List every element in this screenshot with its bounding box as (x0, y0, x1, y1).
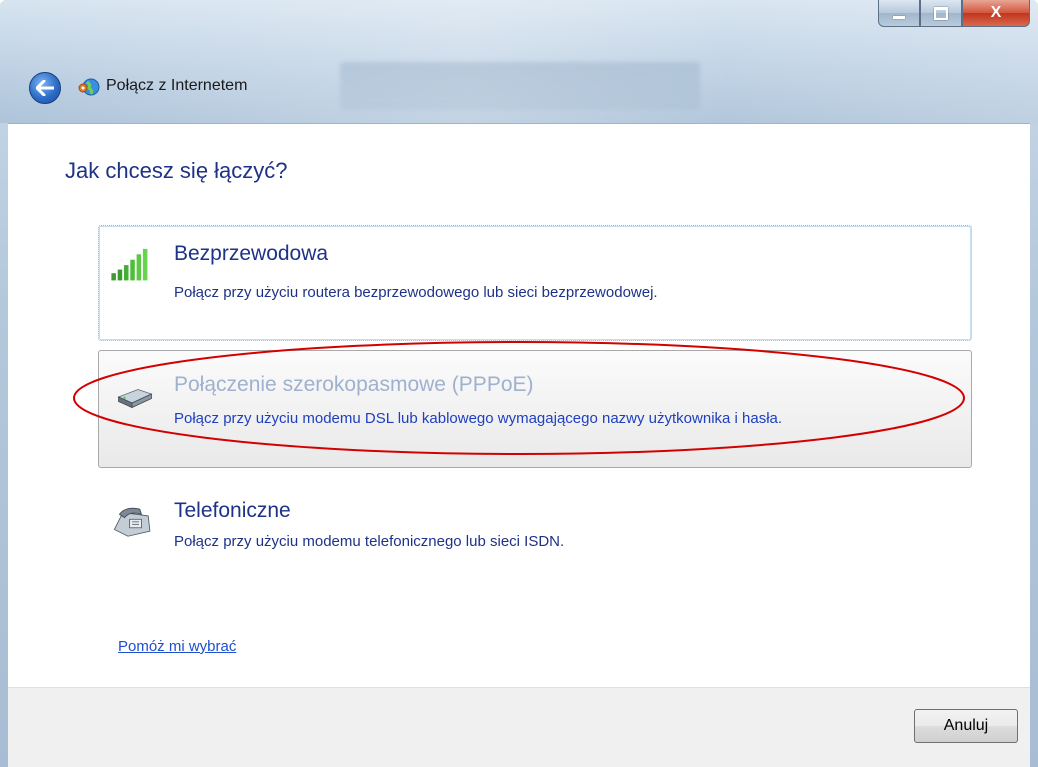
minimize-icon (893, 15, 905, 19)
option-dialup[interactable]: Telefoniczne Połącz przy użyciu modemu t… (98, 484, 972, 580)
broadband-modem-icon (117, 389, 153, 409)
back-button[interactable] (29, 72, 61, 104)
connect-to-internet-window: X Połącz z Internetem Jak chcesz się łąc… (0, 0, 1038, 767)
maximize-icon (934, 6, 948, 20)
minimize-button[interactable] (878, 0, 920, 27)
option-wireless-description: Połącz przy użyciu routera bezprzewodowe… (174, 284, 658, 301)
dialup-phone-icon (113, 507, 151, 537)
close-button[interactable]: X (962, 0, 1030, 27)
option-dialup-title: Telefoniczne (174, 499, 291, 522)
option-broadband-description: Połącz przy użyciu modemu DSL lub kablow… (174, 410, 783, 427)
wizard-title: Połącz z Internetem (106, 77, 248, 94)
option-broadband-pppoe[interactable]: Połączenie szerokopasmowe (PPPoE) Połącz… (98, 350, 972, 468)
wizard-content: Jak chcesz się łączyć? Bezprzewodowa Poł… (8, 123, 1030, 688)
option-wireless-title: Bezprzewodowa (174, 242, 329, 265)
option-wireless[interactable]: Bezprzewodowa Połącz przy użyciu routera… (98, 225, 972, 341)
background-ghost (340, 62, 700, 110)
cancel-button[interactable]: Anuluj (914, 709, 1018, 743)
back-arrow-icon (36, 80, 54, 96)
caption-buttons: X (878, 0, 1030, 34)
maximize-button[interactable] (920, 0, 962, 27)
close-icon: X (990, 4, 1002, 21)
option-dialup-description: Połącz przy użyciu modemu telefonicznego… (174, 533, 565, 550)
help-me-choose-link[interactable]: Pomóż mi wybrać (118, 638, 236, 655)
wizard-footer: Anuluj (8, 687, 1030, 767)
network-globe-icon (78, 78, 100, 96)
title-bar: X Połącz z Internetem (0, 0, 1038, 123)
signal-bars-icon (111, 248, 148, 281)
option-broadband-title: Połączenie szerokopasmowe (PPPoE) (174, 373, 534, 396)
page-heading: Jak chcesz się łączyć? (65, 158, 288, 183)
